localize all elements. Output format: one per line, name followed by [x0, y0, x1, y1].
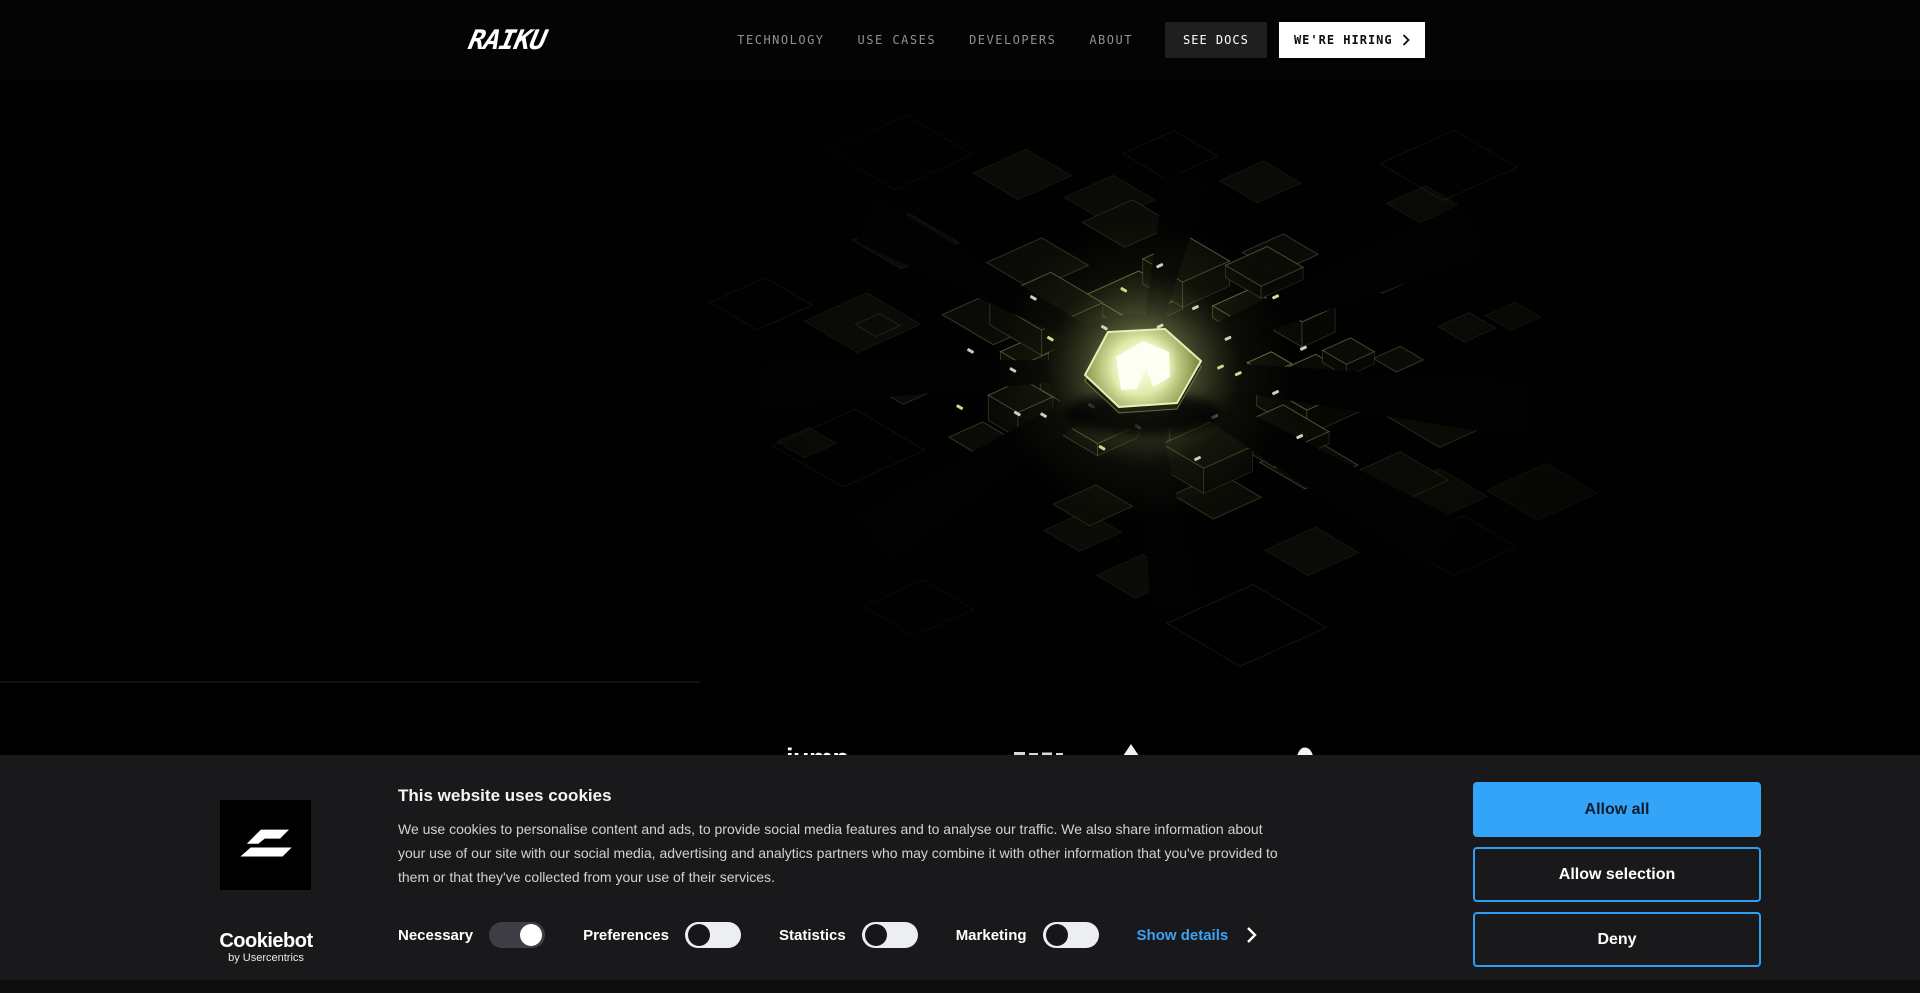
show-details-link[interactable]: Show details — [1137, 927, 1229, 944]
allow-all-button[interactable]: Allow all — [1473, 782, 1761, 837]
toggle-knob — [688, 924, 710, 946]
marketing-label: Marketing — [956, 927, 1027, 944]
consent-controls: Necessary Preferences Statistics Marketi… — [398, 922, 1433, 948]
cookiebot-wordmark: Cookiebot — [213, 931, 319, 951]
nav-link-technology[interactable]: TECHNOLOGY — [737, 0, 824, 80]
were-hiring-label: WE'RE HIRING — [1294, 33, 1393, 47]
statistics-label: Statistics — [779, 927, 846, 944]
preferences-toggle[interactable] — [685, 922, 741, 948]
description-line-2: your use of our site with our social med… — [398, 841, 1433, 865]
chevron-right-icon[interactable] — [1246, 926, 1257, 944]
toggle-knob — [865, 924, 887, 946]
toggle-group-necessary: Necessary — [398, 922, 545, 948]
nav-links: TECHNOLOGY USE CASES DEVELOPERS ABOUT — [737, 0, 1133, 80]
raiku-logo[interactable]: RAIKU — [466, 25, 549, 56]
consent-buttons: Allow all Allow selection Deny — [1473, 782, 1761, 967]
preferences-label: Preferences — [583, 927, 669, 944]
top-navbar: RAIKU TECHNOLOGY USE CASES DEVELOPERS AB… — [0, 0, 1920, 80]
hero-section — [0, 80, 1920, 686]
cookie-consent-banner: Cookiebot by Usercentrics This website u… — [0, 755, 1920, 980]
cookie-banner-description: We use cookies to personalise content an… — [398, 817, 1433, 889]
show-details: Show details — [1137, 926, 1258, 944]
nav-inner: RAIKU TECHNOLOGY USE CASES DEVELOPERS AB… — [469, 0, 1451, 80]
hero-city-render — [0, 80, 1920, 686]
cookie-banner-title: This website uses cookies — [398, 786, 1433, 806]
toggle-group-marketing: Marketing — [956, 922, 1099, 948]
chevron-right-icon — [1402, 34, 1410, 46]
cookie-banner-content: This website uses cookies We use cookies… — [398, 786, 1433, 948]
toggle-group-preferences: Preferences — [583, 922, 741, 948]
raiku-mark-tile — [220, 800, 311, 890]
toggle-group-statistics: Statistics — [779, 922, 918, 948]
allow-selection-button[interactable]: Allow selection — [1473, 847, 1761, 902]
were-hiring-button[interactable]: WE'RE HIRING — [1279, 22, 1425, 58]
nav-link-about[interactable]: ABOUT — [1089, 0, 1133, 80]
description-line-3: them or that they've collected from your… — [398, 865, 1433, 889]
bottom-strip — [0, 980, 1920, 993]
raiku-mark-icon — [234, 824, 298, 866]
nav-link-use-cases[interactable]: USE CASES — [858, 0, 937, 80]
deny-button[interactable]: Deny — [1473, 912, 1761, 967]
toggle-knob — [1046, 924, 1068, 946]
nav-actions: SEE DOCS WE'RE HIRING — [1165, 22, 1425, 58]
necessary-label: Necessary — [398, 927, 473, 944]
marketing-toggle[interactable] — [1043, 922, 1099, 948]
see-docs-button[interactable]: SEE DOCS — [1165, 22, 1267, 58]
nav-link-developers[interactable]: DEVELOPERS — [969, 0, 1056, 80]
statistics-toggle[interactable] — [862, 922, 918, 948]
toggle-knob — [520, 924, 542, 946]
necessary-toggle — [489, 922, 545, 948]
cookiebot-byline: by Usercentrics — [213, 952, 319, 964]
cookiebot-branding[interactable]: Cookiebot by Usercentrics — [213, 931, 319, 964]
description-line-1: We use cookies to personalise content an… — [398, 817, 1433, 841]
